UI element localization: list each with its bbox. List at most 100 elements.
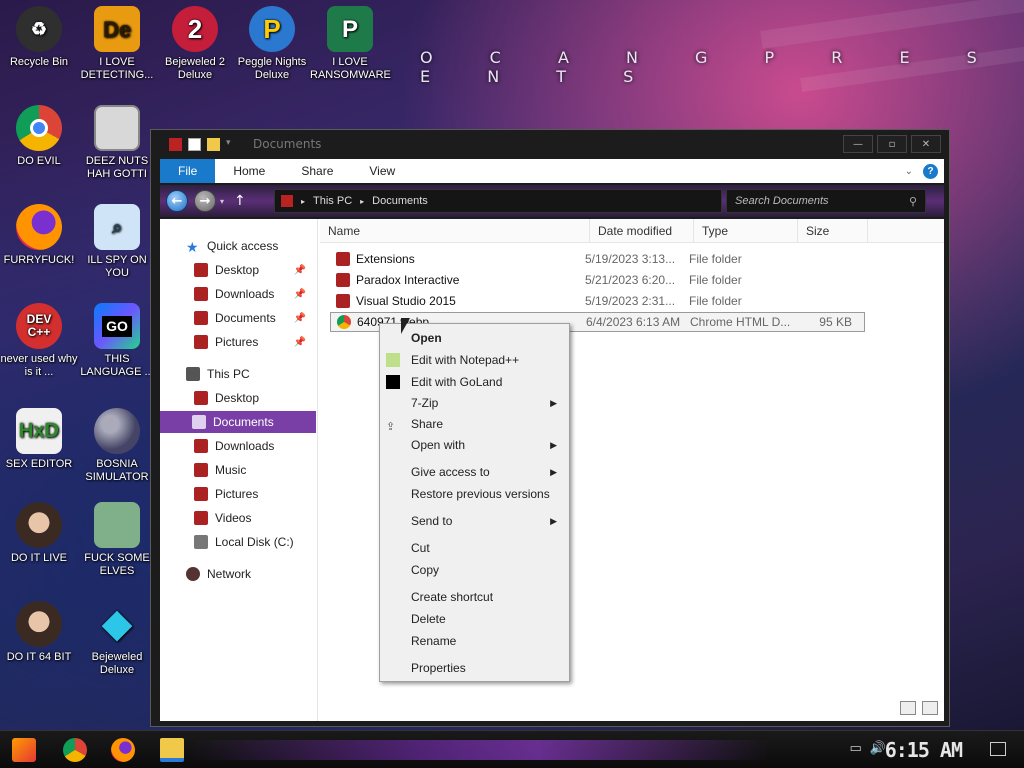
file-explorer-icon[interactable] xyxy=(160,738,184,762)
nav-pc-videos[interactable]: Videos xyxy=(194,507,251,529)
nav-pc-desktop[interactable]: Desktop xyxy=(194,387,259,409)
nav-label: Pictures xyxy=(215,335,259,349)
chevron-right-icon[interactable]: ▸ xyxy=(360,197,364,206)
maximize-button[interactable]: ▫ xyxy=(877,135,907,153)
minimize-button[interactable]: — xyxy=(843,135,873,153)
details-view-button[interactable] xyxy=(900,701,916,715)
desktop-icon-goland[interactable]: GO THIS LANGUAGE ... xyxy=(77,303,157,379)
desktop-icon-do-evil[interactable]: DO EVIL xyxy=(0,105,79,168)
firefox-icon[interactable] xyxy=(111,738,135,762)
expand-ribbon-icon[interactable]: ⌄ xyxy=(905,166,913,177)
nav-pc-music[interactable]: Music xyxy=(194,459,246,481)
table-row[interactable]: Paradox Interactive 5/21/2023 6:20... Fi… xyxy=(330,270,865,290)
taskbar-clock[interactable]: 6:15 AM xyxy=(885,738,963,762)
close-button[interactable]: ✕ xyxy=(911,135,941,153)
breadcrumb-documents[interactable]: Documents xyxy=(372,195,428,207)
nav-quick-access[interactable]: ★ Quick access xyxy=(186,235,278,257)
search-input[interactable]: Search Documents ⚲ xyxy=(726,189,926,213)
menu-item-give-access[interactable]: Give access to ▶ xyxy=(380,462,569,482)
nav-pc-pictures[interactable]: Pictures xyxy=(194,483,258,505)
desktop-icon-detecting[interactable]: De I LOVE DETECTING... xyxy=(77,6,157,82)
desktop-icon-do-it-64-bit[interactable]: DO IT 64 BIT xyxy=(0,601,79,664)
nav-this-pc[interactable]: This PC xyxy=(186,363,250,385)
menu-item-create-shortcut[interactable]: Create shortcut xyxy=(380,587,569,607)
search-placeholder: Search Documents xyxy=(735,195,829,207)
nav-quick-downloads[interactable]: Downloads 📌 xyxy=(194,283,314,305)
file-name: Paradox Interactive xyxy=(356,273,460,287)
up-button[interactable]: ↑ xyxy=(234,193,246,209)
desktop-icon-bejeweled-2[interactable]: 2 Bejeweled 2 Deluxe xyxy=(155,6,235,82)
large-icons-view-button[interactable] xyxy=(922,701,938,715)
nav-quick-documents[interactable]: Documents 📌 xyxy=(194,307,314,329)
nav-label: Videos xyxy=(215,511,252,525)
new-folder-icon[interactable] xyxy=(207,137,220,151)
menu-item-7zip[interactable]: 7-Zip ▶ xyxy=(380,393,569,413)
tab-home[interactable]: Home xyxy=(215,159,283,183)
nav-pc-downloads[interactable]: Downloads xyxy=(194,435,274,457)
column-type[interactable]: Type xyxy=(694,218,798,243)
menu-item-cut[interactable]: Cut xyxy=(380,538,569,558)
desktop-icon-devcpp[interactable]: DEV C++ never used why is it ... xyxy=(0,303,79,379)
back-button[interactable]: ← xyxy=(166,190,188,212)
menu-item-rename[interactable]: Rename xyxy=(380,631,569,651)
desktop-icon-bejeweled-deluxe[interactable]: ◆ Bejeweled Deluxe xyxy=(77,601,157,677)
desktop-icon-furryfuck[interactable]: FURRYFUCK! xyxy=(0,204,79,267)
menu-item-open-with[interactable]: Open with ▶ xyxy=(380,435,569,455)
menu-item-properties[interactable]: Properties xyxy=(380,658,569,678)
desktop-icon-label: Bejeweled Deluxe xyxy=(91,651,143,676)
folder-icon xyxy=(192,415,206,429)
chevron-right-icon[interactable]: ▸ xyxy=(301,197,305,206)
column-date-modified[interactable]: Date modified xyxy=(590,218,694,243)
chevron-down-icon[interactable]: ▾ xyxy=(226,138,239,151)
chrome-icon[interactable] xyxy=(63,738,87,762)
file-date: 5/19/2023 2:31... xyxy=(585,294,676,308)
desktop-icon-elves[interactable]: FUCK SOME ELVES xyxy=(77,502,157,578)
desktop-icon-ill-spy[interactable]: ⌕ ILL SPY ON YOU xyxy=(77,204,157,280)
menu-item-restore-previous[interactable]: Restore previous versions xyxy=(380,484,569,504)
menu-item-share[interactable]: ⇪ Share xyxy=(380,414,569,434)
recent-locations-icon[interactable]: ▾ xyxy=(220,197,224,206)
menu-item-edit-notepadpp[interactable]: Edit with Notepad++ xyxy=(380,350,569,370)
desktop-icon-do-it-live[interactable]: DO IT LIVE xyxy=(0,502,79,565)
tab-file[interactable]: File xyxy=(160,159,216,183)
address-path[interactable]: ▸ This PC ▸ Documents xyxy=(274,189,722,213)
desktop-icon-bosnia[interactable]: BOSNIA SIMULATOR xyxy=(77,408,157,484)
help-icon[interactable]: ? xyxy=(923,163,938,179)
start-icon[interactable] xyxy=(12,738,36,762)
menu-item-edit-goland[interactable]: Edit with GoLand xyxy=(380,372,569,392)
column-size[interactable]: Size xyxy=(798,218,868,243)
properties-icon[interactable] xyxy=(188,137,201,151)
nav-pc-local-disk[interactable]: Local Disk (C:) xyxy=(194,531,294,553)
tab-view[interactable]: View xyxy=(351,159,413,183)
nav-network[interactable]: Network xyxy=(186,563,251,585)
breadcrumb-this-pc[interactable]: This PC xyxy=(313,195,352,207)
windows-stack-icon xyxy=(94,105,140,151)
desktop-icon-recycle-bin[interactable]: ♻ Recycle Bin xyxy=(0,6,79,69)
nav-quick-desktop[interactable]: Desktop 📌 xyxy=(194,259,314,281)
volume-icon[interactable]: 🔊 xyxy=(870,741,886,756)
menu-item-delete[interactable]: Delete xyxy=(380,609,569,629)
nav-pc-documents[interactable]: Documents xyxy=(160,411,316,433)
taskbar-decoration xyxy=(190,740,770,760)
desktop-icon-label: Bejeweled 2 Deluxe xyxy=(165,56,225,81)
table-row[interactable]: Extensions 5/19/2023 3:13... File folder xyxy=(330,249,865,269)
firefox-icon xyxy=(16,204,62,250)
notification-icon[interactable] xyxy=(990,742,1006,756)
desktop-icon-peggle[interactable]: P Peggle Nights Deluxe xyxy=(232,6,312,82)
desktop-icon-deez-nuts[interactable]: DEEZ NUTS HAH GOTTI xyxy=(77,105,157,181)
nav-quick-pictures[interactable]: Pictures 📌 xyxy=(194,331,314,353)
title-bar[interactable]: ▾ Documents xyxy=(151,130,949,158)
desktop-icon-sex-editor[interactable]: HxD SEX EDITOR xyxy=(0,408,79,471)
column-name[interactable]: Name xyxy=(320,218,590,243)
spy-app-icon: ⌕ xyxy=(94,204,140,250)
menu-item-copy[interactable]: Copy xyxy=(380,560,569,580)
menu-item-send-to[interactable]: Send to ▶ xyxy=(380,511,569,531)
table-row[interactable]: Visual Studio 2015 5/19/2023 2:31... Fil… xyxy=(330,291,865,311)
share-icon: ⇪ xyxy=(386,421,396,433)
tab-share[interactable]: Share xyxy=(283,159,351,183)
forward-button[interactable]: → xyxy=(194,190,216,212)
network-status-icon[interactable]: ▭ xyxy=(850,741,862,756)
desktop-icon-ransomware[interactable]: P I LOVE RANSOMWARE xyxy=(310,6,391,82)
desktop-icon-label: FUCK SOME ELVES xyxy=(84,552,150,577)
folder-icon xyxy=(194,311,208,325)
